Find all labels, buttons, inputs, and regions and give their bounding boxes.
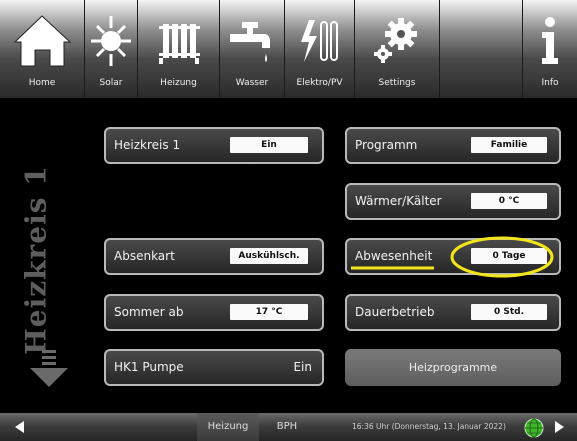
- top-navigation-bar: Home Solar Heizung Wasser Elektro/PV Set…: [0, 0, 577, 98]
- tile-sommer-label: Sommer ab: [114, 305, 184, 319]
- nav-info-button[interactable]: Info: [523, 0, 577, 98]
- tile-abwesenheit[interactable]: Abwesenheit 0 Tage: [345, 238, 561, 275]
- nav-empty-slot: [440, 0, 523, 98]
- nav-solar-button[interactable]: Solar: [85, 0, 138, 98]
- nav-elektro-button[interactable]: Elektro/PV: [285, 0, 355, 98]
- tile-absenkart-value: Auskühlsch.: [230, 248, 308, 264]
- nav-elektro-label: Elektro/PV: [296, 78, 343, 88]
- nav-home-button[interactable]: Home: [0, 0, 85, 98]
- tile-absenkart[interactable]: Absenkart Auskühlsch.: [104, 238, 324, 275]
- faucet-icon: [230, 22, 270, 62]
- nav-info-label: Info: [541, 78, 559, 88]
- tile-dauerbetrieb-value: 0 Std.: [471, 304, 547, 320]
- nav-settings-label: Settings: [378, 78, 416, 88]
- breadcrumb-heizung[interactable]: Heizung: [197, 413, 259, 441]
- tile-sommer[interactable]: Sommer ab 17 °C: [104, 294, 324, 331]
- tile-programm-value: Familie: [471, 137, 547, 153]
- gears-icon: [374, 18, 417, 63]
- radiator-icon: [159, 24, 200, 64]
- tile-programm[interactable]: Programm Familie: [345, 127, 561, 164]
- nav-heizung-button[interactable]: Heizung: [138, 0, 220, 98]
- status-datetime: 16:36 Uhr (Donnerstag, 13. Januar 2022): [352, 422, 506, 431]
- hmi-screen: Home Solar Heizung Wasser Elektro/PV Set…: [0, 0, 577, 441]
- forward-arrow-icon[interactable]: [551, 419, 567, 435]
- tile-hk1-pumpe-label: HK1 Pumpe: [114, 360, 184, 374]
- nav-heizung-label: Heizung: [160, 78, 197, 88]
- tile-waermer-kaelter-value: 0 °C: [471, 193, 547, 209]
- nav-wasser-button[interactable]: Wasser: [220, 0, 285, 98]
- back-arrow-icon[interactable]: [12, 419, 28, 435]
- info-icon: [542, 17, 558, 64]
- breadcrumb-bph[interactable]: BPH: [259, 413, 315, 441]
- nav-wasser-label: Wasser: [235, 78, 269, 88]
- globe-icon[interactable]: [524, 418, 544, 438]
- tile-waermer-kaelter[interactable]: Wärmer/Kälter 0 °C: [345, 183, 561, 220]
- sun-icon: [91, 16, 131, 66]
- tile-programm-label: Programm: [355, 138, 418, 152]
- tile-heizkreis-value: Ein: [230, 137, 308, 153]
- bottom-status-bar: Heizung BPH 16:36 Uhr (Donnerstag, 13. J…: [0, 413, 577, 441]
- tile-dauerbetrieb-label: Dauerbetrieb: [355, 305, 435, 319]
- electric-pv-icon: [301, 20, 338, 62]
- tile-absenkart-label: Absenkart: [114, 249, 175, 263]
- tile-heizkreis[interactable]: Heizkreis 1 Ein: [104, 127, 324, 164]
- tile-hk1-pumpe[interactable]: HK1 Pumpe Ein: [104, 349, 324, 386]
- heizprogramme-button[interactable]: Heizprogramme: [345, 349, 561, 386]
- nav-home-label: Home: [28, 78, 56, 88]
- nav-solar-label: Solar: [99, 78, 123, 88]
- tile-abwesenheit-value: 0 Tage: [471, 248, 547, 264]
- tile-abwesenheit-label: Abwesenheit: [355, 249, 433, 263]
- tile-hk1-pumpe-value: Ein: [293, 360, 312, 374]
- tile-dauerbetrieb[interactable]: Dauerbetrieb 0 Std.: [345, 294, 561, 331]
- scroll-down-arrow-icon[interactable]: [28, 350, 70, 388]
- side-title-container: Heizkreis 1: [14, 165, 58, 355]
- tile-sommer-value: 17 °C: [230, 304, 308, 320]
- home-icon: [13, 15, 72, 67]
- side-title: Heizkreis 1: [19, 165, 53, 355]
- nav-settings-button[interactable]: Settings: [355, 0, 440, 98]
- heizprogramme-label: Heizprogramme: [408, 361, 498, 374]
- tile-waermer-kaelter-label: Wärmer/Kälter: [355, 194, 442, 208]
- tile-heizkreis-label: Heizkreis 1: [114, 138, 181, 152]
